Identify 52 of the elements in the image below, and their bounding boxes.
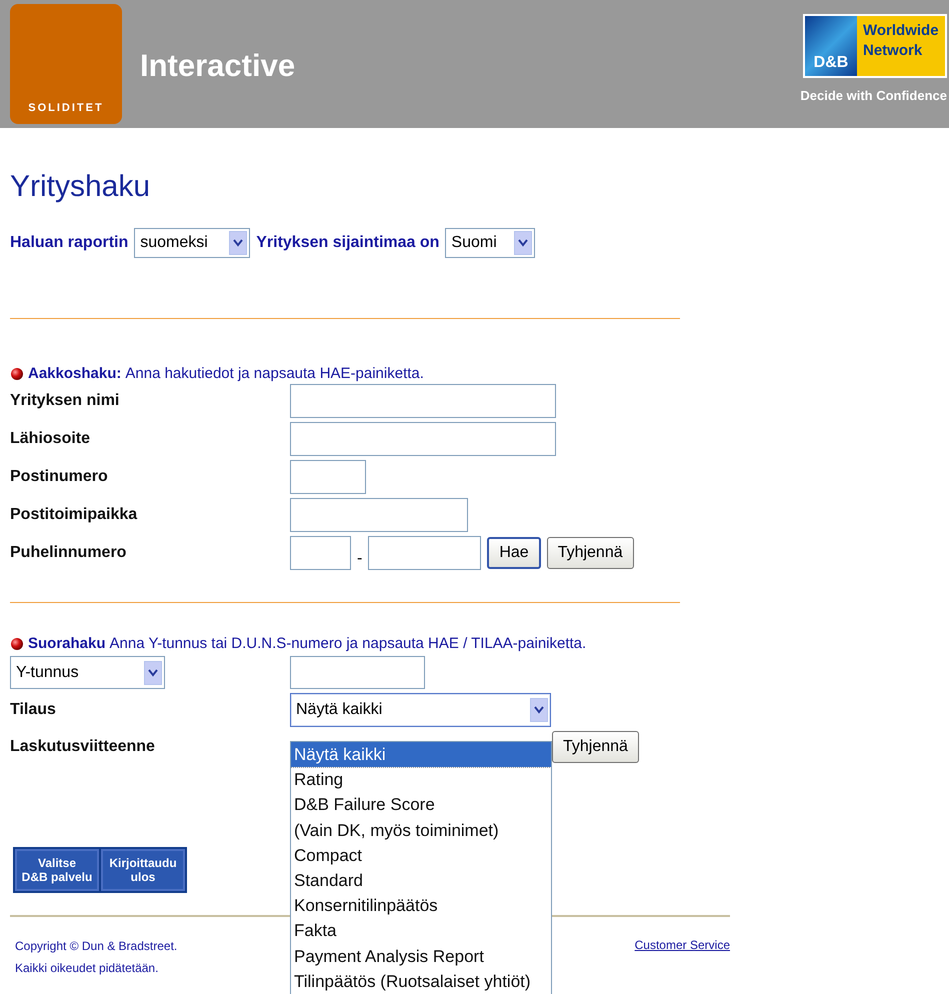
field-label: Laskutusviitteenne [10,738,156,756]
form-button[interactable]: Hae [487,537,541,569]
field-label: Tilaus [10,701,57,719]
page-title: Yrityshaku [10,170,152,204]
input-field[interactable] [290,422,556,456]
field-label: Postitoimipaikka [10,506,138,524]
logo-text: Network [863,40,924,60]
section-instruction: Anna hakutiedot ja napsauta HAE-painiketta. [125,365,424,382]
section-heading: Aakkoshaku: [28,365,122,382]
bullet-icon [10,366,24,380]
customer-service-link[interactable]: Customer Service [634,938,730,979]
dropdown-option[interactable]: Payment Analysis Report [291,944,551,969]
section-instruction: Anna Y-tunnus tai D.U.N.S-numero ja napsauta HAE / TILAA-painiketta. [110,635,586,652]
logo-text: Worldwide [863,21,940,40]
input-field[interactable] [290,498,468,532]
preference-label: Yrityksen sijaintimaa on [256,234,440,252]
field-label: Lähiosoite [10,430,92,448]
form-button[interactable]: Tyhjennä [552,731,639,763]
dropdown-option[interactable]: Konsernitilinpäätös [291,893,551,918]
nav-button[interactable]: Valitse D&B palvelu [15,849,99,891]
field-label: Postinumero [10,468,109,486]
form-button[interactable]: Tyhjennä [546,537,634,569]
dropdown-option[interactable]: Fakta [291,918,551,944]
dropdown-option[interactable]: Standard [291,868,551,894]
dropdown-option[interactable]: (Vain DK, myös toiminimet) [291,818,551,843]
copyright-text: Kaikki oikeudet pidätetään. [15,960,160,977]
dropdown-option[interactable]: Compact [291,842,551,868]
field-label: Yrityksen nimi [10,392,120,410]
input-field[interactable] [290,536,351,570]
input-field[interactable] [290,656,425,689]
bullet-icon [10,636,24,650]
nav-button[interactable]: Kirjoittaudu ulos [101,849,185,891]
select-field[interactable]: suomeksi [134,228,250,258]
dropdown-option[interactable]: Rating [291,767,551,792]
dropdown-option[interactable]: Tilinpäätös (Ruotsalaiset yhtiöt) [291,968,551,994]
tagline: Decide with Confidence [800,88,947,103]
select-field[interactable]: Suomi [445,228,536,258]
input-field[interactable] [290,384,556,418]
dropdown-option[interactable]: D&B Failure Score [291,792,551,818]
select-field[interactable]: Y-tunnus [10,656,165,689]
dropdown-option[interactable]: Näytä kaikki [291,742,551,768]
copyright-text: Copyright © Dun & Bradstreet. [15,938,178,955]
input-field[interactable] [368,536,482,570]
preference-label: Haluan raportin [10,234,128,252]
logo-mark: D&B [805,16,857,76]
product-title: Interactive [140,48,296,85]
field-label: Puhelinnumero [10,544,128,562]
select-field[interactable]: Näytä kaikki [290,693,551,727]
input-field[interactable] [290,460,366,494]
section-heading: Suorahaku [28,635,106,652]
brand-text: SOLIDITET [28,102,104,114]
separator-text: - [357,550,362,568]
